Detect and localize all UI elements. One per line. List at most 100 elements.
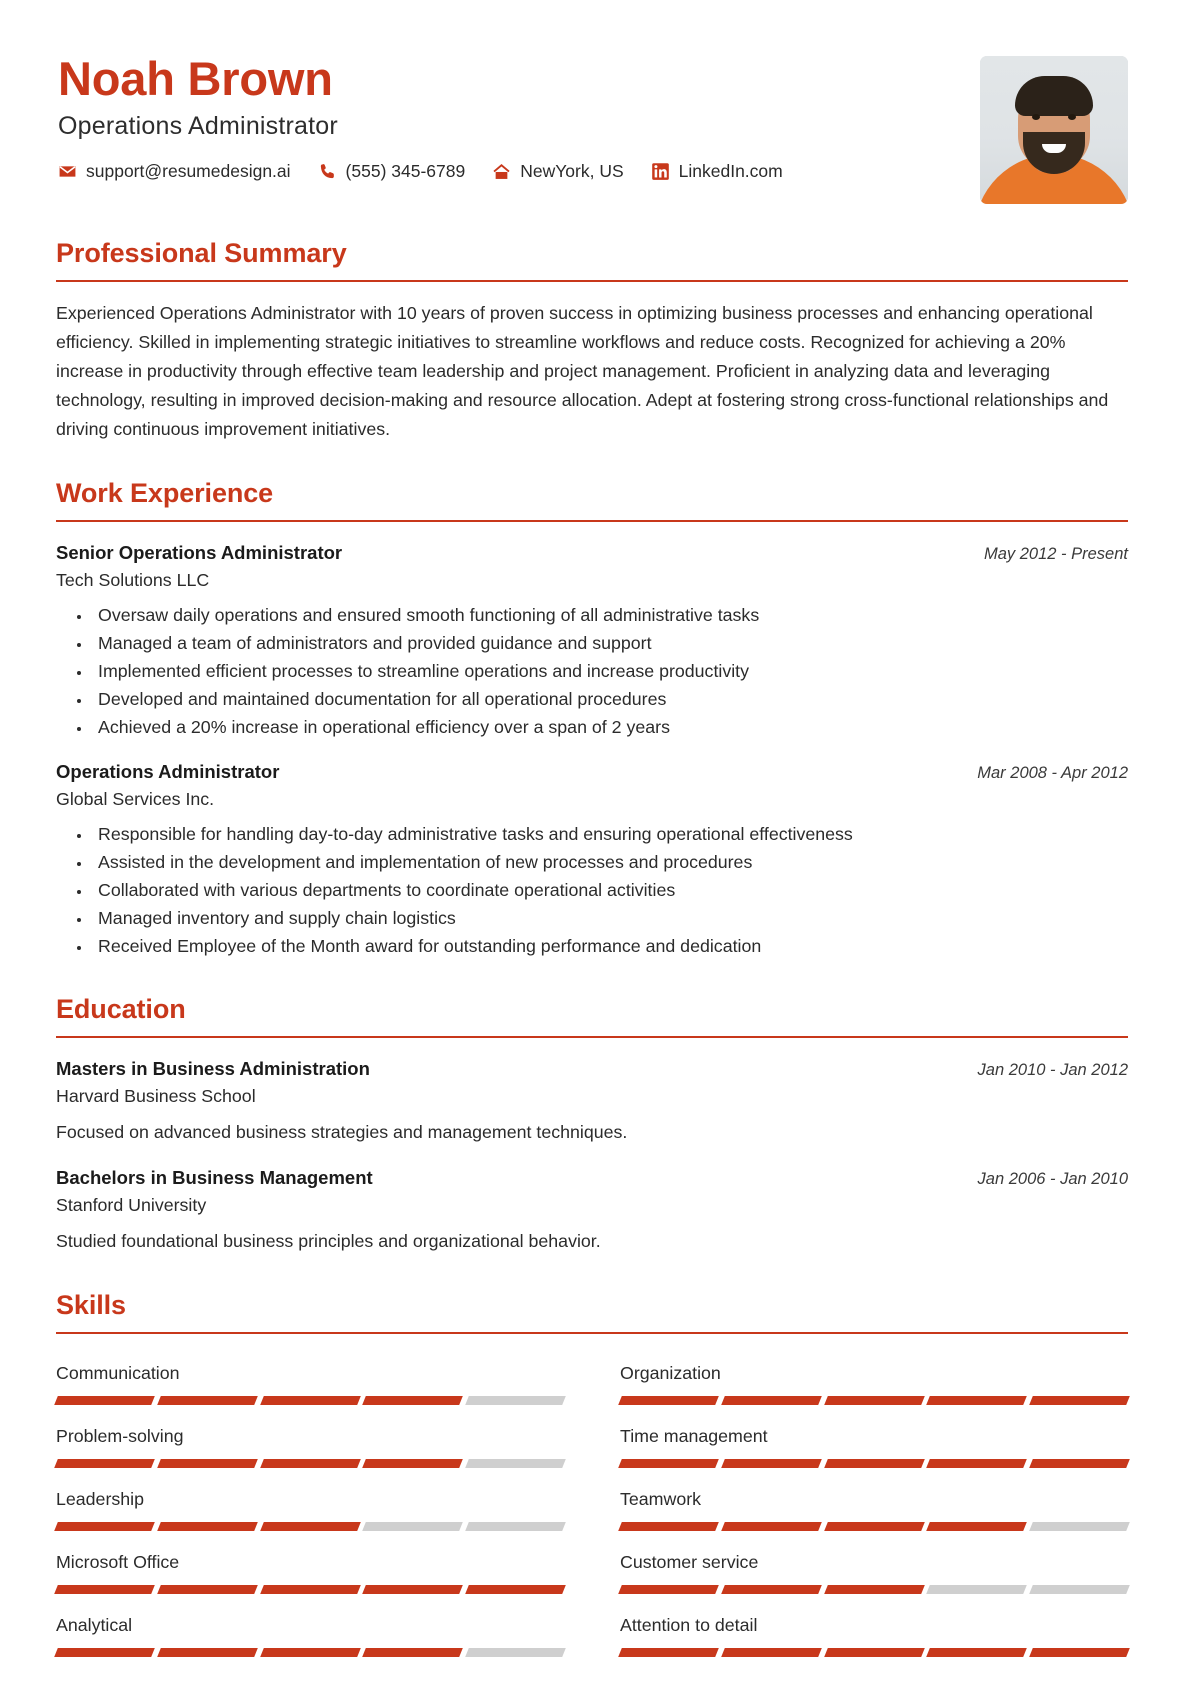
skill-level-bar — [618, 1395, 1130, 1405]
skill-item: Attention to detail — [618, 1604, 1130, 1667]
skill-segment-empty — [465, 1458, 566, 1468]
skill-segment-filled — [54, 1647, 155, 1657]
contact-phone[interactable]: (555) 345-6789 — [318, 161, 465, 182]
skill-item: Teamwork — [618, 1478, 1130, 1541]
skill-segment-filled — [720, 1458, 822, 1468]
skill-segment-filled — [823, 1647, 925, 1657]
skill-label: Communication — [56, 1362, 180, 1383]
header-text-block: Noah Brown Operations Administrator supp… — [58, 48, 980, 182]
skill-level-bar — [54, 1647, 566, 1657]
skill-segment-empty — [1029, 1521, 1130, 1531]
education-dates: Jan 2010 - Jan 2012 — [977, 1061, 1128, 1080]
work-company: Tech Solutions LLC — [56, 570, 210, 590]
education-description: Focused on advanced business strategies … — [56, 1122, 628, 1143]
skill-segment-filled — [362, 1458, 464, 1468]
contact-row: support@resumedesign.ai (555) 345-6789 N… — [58, 161, 980, 182]
work-dates: May 2012 - Present — [984, 545, 1128, 563]
avatar-illustration — [980, 56, 1128, 204]
skill-label: Teamwork — [620, 1488, 702, 1509]
skill-level-bar — [618, 1458, 1130, 1468]
skill-segment-filled — [823, 1584, 925, 1594]
skill-label: Problem-solving — [56, 1425, 184, 1446]
education-degree: Masters in Business Administration — [56, 1058, 370, 1080]
avatar-hair — [1015, 76, 1093, 116]
skill-segment-filled — [618, 1521, 719, 1531]
work-entry: Operations Administrator Mar 2008 - Apr … — [56, 761, 1128, 960]
work-bullet: Oversaw daily operations and ensured smo… — [92, 602, 1128, 629]
skill-segment-empty — [362, 1521, 464, 1531]
section-work-experience: Work Experience Senior Operations Admini… — [56, 478, 1128, 960]
education-entry: Bachelors in Business Management Jan 200… — [56, 1167, 1128, 1256]
section-professional-summary: Professional Summary Experienced Operati… — [56, 238, 1128, 444]
skill-segment-filled — [618, 1647, 719, 1657]
work-bullet: Received Employee of the Month award for… — [92, 933, 1128, 960]
skill-level-bar — [54, 1584, 566, 1594]
skill-segment-empty — [465, 1647, 566, 1657]
skill-segment-filled — [156, 1395, 258, 1405]
contact-location[interactable]: NewYork, US — [492, 161, 624, 182]
envelope-icon — [58, 162, 77, 181]
candidate-job-title: Operations Administrator — [58, 112, 338, 141]
education-school: Harvard Business School — [56, 1086, 256, 1107]
work-entry: Senior Operations Administrator May 2012… — [56, 542, 1128, 741]
work-bullet: Developed and maintained documentation f… — [92, 686, 1128, 713]
skill-label: Time management — [620, 1425, 768, 1446]
skill-segment-empty — [465, 1521, 566, 1531]
skill-segment-filled — [54, 1395, 155, 1405]
contact-email[interactable]: support@resumedesign.ai — [58, 161, 291, 182]
skill-level-bar — [618, 1647, 1130, 1657]
skill-segment-filled — [1029, 1458, 1130, 1468]
work-role: Operations Administrator — [56, 761, 280, 783]
skill-level-bar — [618, 1521, 1130, 1531]
linkedin-icon — [651, 162, 670, 181]
work-bullet: Collaborated with various departments to… — [92, 877, 1128, 904]
skill-segment-filled — [362, 1395, 464, 1405]
skill-segment-filled — [720, 1647, 822, 1657]
education-entry-header: Bachelors in Business Management Jan 200… — [56, 1167, 1128, 1189]
skill-label: Microsoft Office — [56, 1551, 180, 1572]
work-entry-header: Senior Operations Administrator May 2012… — [56, 542, 1128, 564]
skill-segment-filled — [823, 1395, 925, 1405]
work-bullet-list: Responsible for handling day-to-day admi… — [92, 821, 1128, 960]
skill-label: Customer service — [620, 1551, 759, 1572]
work-bullet: Achieved a 20% increase in operational e… — [92, 714, 1128, 741]
skill-segment-filled — [926, 1395, 1028, 1405]
skill-segment-filled — [720, 1395, 822, 1405]
contact-linkedin[interactable]: LinkedIn.com — [651, 161, 783, 182]
skill-item: Time management — [618, 1415, 1130, 1478]
education-school: Stanford University — [56, 1195, 207, 1216]
education-entry-header: Masters in Business Administration Jan 2… — [56, 1058, 1128, 1080]
skill-segment-filled — [259, 1395, 361, 1405]
work-bullet: Managed a team of administrators and pro… — [92, 630, 1128, 657]
skill-label: Attention to detail — [620, 1614, 758, 1635]
skill-segment-filled — [54, 1584, 155, 1594]
work-bullet: Managed inventory and supply chain logis… — [92, 905, 1128, 932]
skill-segment-filled — [156, 1521, 258, 1531]
skill-level-bar — [54, 1395, 566, 1405]
skill-segment-filled — [259, 1647, 361, 1657]
work-bullet: Assisted in the development and implemen… — [92, 849, 1128, 876]
section-divider — [56, 1036, 1128, 1039]
skill-item: Communication — [54, 1352, 566, 1415]
skill-segment-filled — [156, 1584, 258, 1594]
summary-text: Experienced Operations Administrator wit… — [56, 303, 1109, 439]
skill-item: Microsoft Office — [54, 1541, 566, 1604]
section-education: Education Masters in Business Administra… — [56, 994, 1128, 1255]
work-role: Senior Operations Administrator — [56, 542, 343, 563]
section-title-skills: Skills — [56, 1289, 126, 1320]
skill-segment-filled — [618, 1395, 719, 1405]
skill-segment-filled — [465, 1584, 566, 1594]
skill-segment-filled — [259, 1458, 361, 1468]
education-degree: Bachelors in Business Management — [56, 1167, 373, 1189]
skill-label: Organization — [620, 1362, 721, 1383]
section-skills: Skills Communication Organization Problem-… — [54, 1289, 1130, 1667]
section-divider — [56, 520, 1128, 522]
avatar-eye-right — [1068, 114, 1076, 120]
work-bullet: Implemented efficient processes to strea… — [92, 658, 1128, 685]
skill-segment-filled — [926, 1458, 1028, 1468]
skill-item: Customer service — [618, 1541, 1130, 1604]
section-divider — [56, 280, 1128, 282]
skill-item: Organization — [618, 1352, 1130, 1415]
skill-segment-filled — [926, 1647, 1028, 1657]
contact-location-text: NewYork, US — [520, 161, 624, 182]
